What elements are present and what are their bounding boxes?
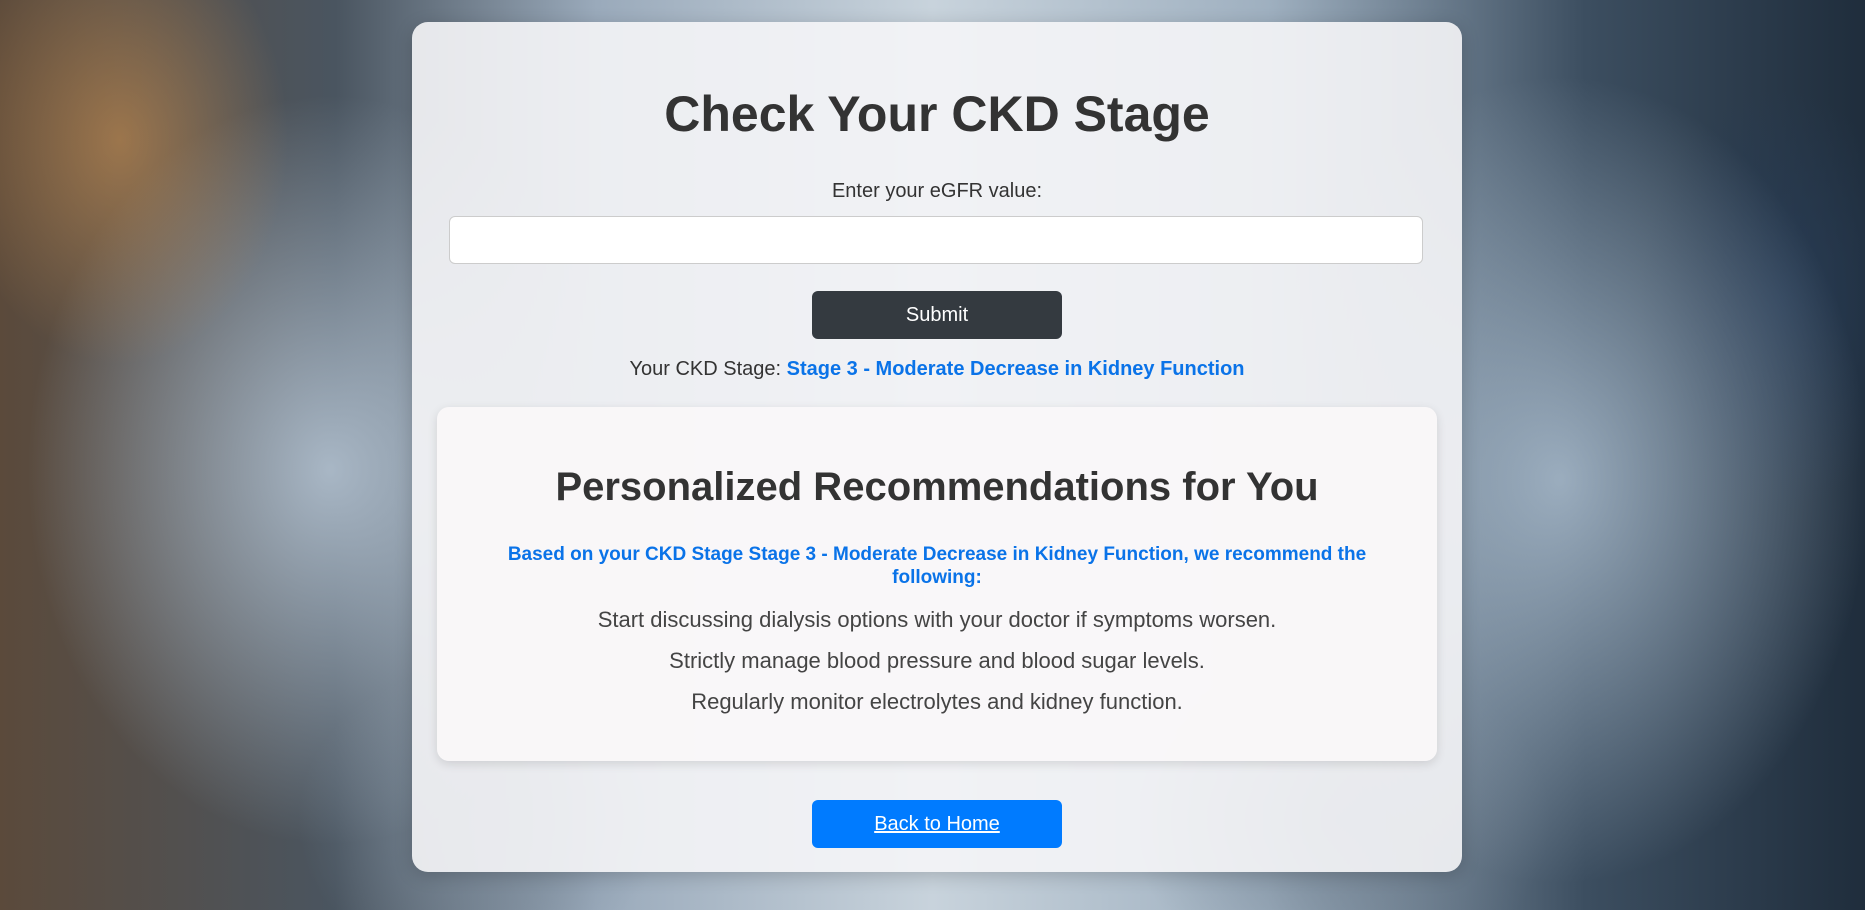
back-to-home-button[interactable]: Back to Home [812,800,1062,848]
recommendations-list: Start discussing dialysis options with y… [437,607,1437,730]
recommendations-panel: Personalized Recommendations for You Bas… [437,407,1437,761]
ckd-stage-value: Stage 3 - Moderate Decrease in Kidney Fu… [786,358,1245,380]
ckd-stage-prefix: Your CKD Stage: [629,358,782,380]
ckd-stage-result: Your CKD Stage: Stage 3 - Moderate Decre… [412,358,1462,381]
ckd-check-card: Check Your CKD Stage Enter your eGFR val… [412,22,1462,872]
recommendation-item: Start discussing dialysis options with y… [597,607,1277,632]
recommendations-title: Personalized Recommendations for You [555,465,1319,509]
egfr-label: Enter your eGFR value: [831,180,1043,202]
recommendations-intro: Based on your CKD Stage Stage 3 - Modera… [507,544,1367,588]
recommendation-item: Strictly manage blood pressure and blood… [669,648,1205,673]
submit-button[interactable]: Submit [812,291,1062,339]
egfr-input[interactable] [449,216,1423,264]
page-title: Check Your CKD Stage [664,86,1210,142]
recommendation-item: Regularly monitor electrolytes and kidne… [691,689,1183,714]
